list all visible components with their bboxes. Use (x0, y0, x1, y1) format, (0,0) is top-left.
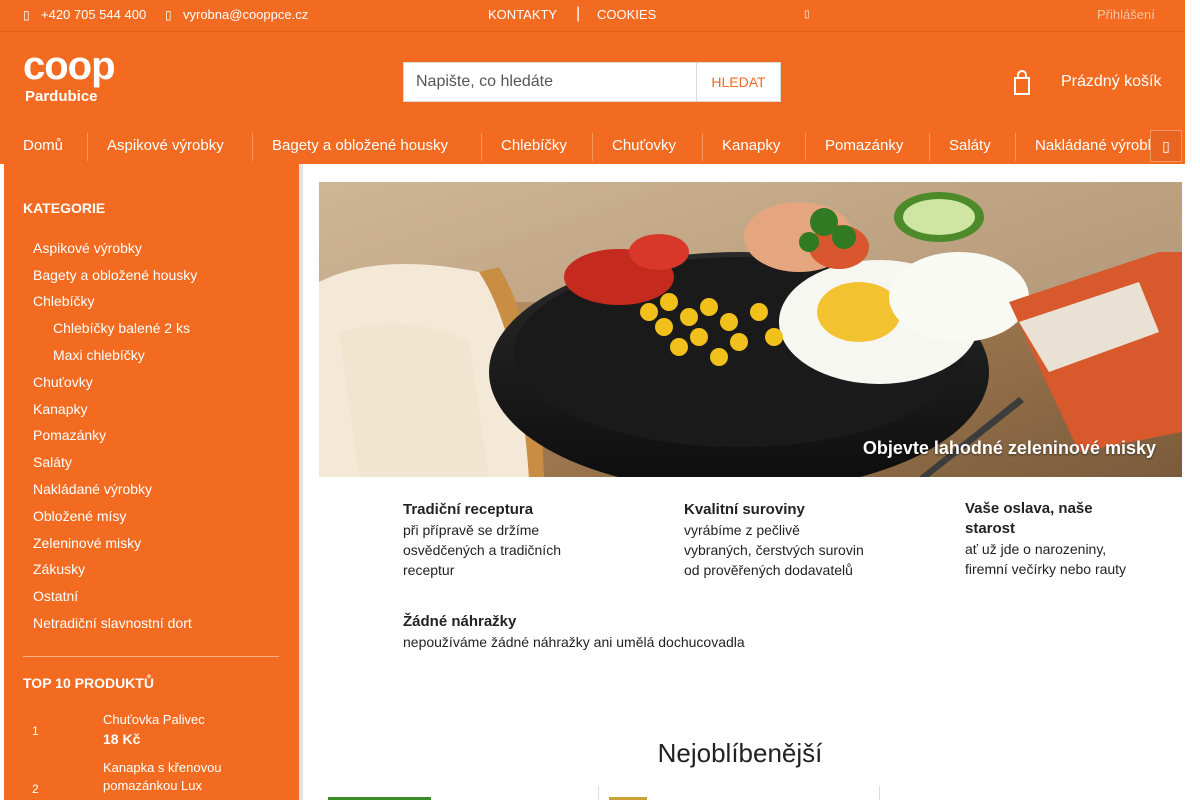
sidebar-item-netradicni-dort[interactable]: Netradiční slavnostní dort (33, 615, 192, 631)
nav-divider (481, 133, 482, 161)
nav-divider (805, 133, 806, 161)
sidebar-item-bagety[interactable]: Bagety a obložené housky (33, 267, 197, 283)
nav-divider (702, 133, 703, 161)
nav-item-home[interactable]: Domů (23, 137, 63, 154)
sidebar-subitem-chlebicky-balene[interactable]: Chlebíčky balené 2 ks (53, 320, 190, 336)
nav-divider (87, 133, 88, 161)
feature-title: Kvalitní suroviny (684, 501, 805, 518)
nav-item-pomazanky[interactable]: Pomazánky (825, 137, 903, 154)
categories-heading: KATEGORIE (23, 200, 106, 216)
sidebar-item-nakladane[interactable]: Nakládané výrobky (33, 481, 152, 497)
top-product-rank: 1 (32, 724, 39, 738)
feature-kvalitni-suroviny: Kvalitní suroviny vyrábíme z pečlivě vyb… (684, 500, 864, 580)
email-address: vyrobna@cooppce.cz (183, 7, 309, 22)
search-button[interactable]: HLEDAT (696, 62, 781, 102)
email-link[interactable]: ▯ vyrobna@cooppce.cz (165, 7, 308, 22)
feature-tradicni-receptura: Tradiční receptura při přípravě se držím… (403, 500, 583, 580)
header: coop Pardubice HLEDAT Prázdný košík (0, 32, 1185, 128)
nav-item-aspikove[interactable]: Aspikové výrobky (107, 137, 224, 154)
search-input[interactable] (403, 62, 697, 102)
content-edge (299, 164, 303, 800)
nav-divider (592, 133, 593, 161)
phone-link[interactable]: ▯ +420 705 544 400 (23, 7, 146, 22)
top-product-name[interactable]: Chuťovka Palivec (103, 711, 233, 729)
sidebar-item-zeleninove-misky[interactable]: Zeleninové misky (33, 535, 141, 551)
small-icon[interactable]: ▯ (804, 9, 810, 20)
logo-brand: coop (23, 44, 116, 88)
top-product-price: 18 Kč (103, 731, 141, 747)
sidebar: KATEGORIE Aspikové výrobky Bagety a oblo… (4, 164, 299, 800)
sidebar-subitem-maxi-chlebicky[interactable]: Maxi chlebíčky (53, 347, 145, 363)
phone-number: +420 705 544 400 (41, 7, 147, 22)
feature-text: ať už jde o narozeniny, firemní večírky … (965, 541, 1127, 577)
phone-icon: ▯ (23, 8, 30, 22)
feature-text: vyrábíme z pečlivě vybraných, čerstvých … (684, 522, 864, 578)
sidebar-item-ostatni[interactable]: Ostatní (33, 588, 78, 604)
sidebar-item-chlebicky[interactable]: Chlebíčky (33, 293, 94, 309)
feature-text: při přípravě se držíme osvědčených a tra… (403, 522, 561, 578)
nav-item-nakladane[interactable]: Nakládané výrobky (1035, 137, 1163, 154)
feature-title: Žádné náhražky (403, 613, 517, 630)
sidebar-divider (23, 656, 279, 657)
banner-image (319, 182, 1182, 477)
top-product-rank: 2 (32, 782, 39, 796)
sidebar-item-zakusky[interactable]: Zákusky (33, 561, 85, 577)
nav-divider (252, 133, 253, 161)
nav-item-salaty[interactable]: Saláty (949, 137, 991, 154)
sidebar-item-oblozene-misy[interactable]: Obložené mísy (33, 508, 126, 524)
banner-caption: Objevte lahodné zeleninové misky (862, 438, 1156, 458)
sidebar-item-chutovky[interactable]: Chuťovky (33, 374, 93, 390)
nav-item-chlebicky[interactable]: Chlebíčky (501, 137, 567, 154)
feature-text: nepoužíváme žádné náhražky ani umělá doc… (403, 634, 745, 650)
product-card-divider (879, 786, 880, 800)
feature-title: Tradiční receptura (403, 501, 534, 518)
chevron-right-icon: ▯ (1162, 137, 1170, 154)
hero-banner[interactable]: Objevte lahodné zeleninové misky (319, 182, 1182, 477)
logo-city: Pardubice (25, 88, 98, 105)
top-products-heading: TOP 10 PRODUKTŮ (23, 675, 154, 691)
product-card-divider (598, 786, 599, 800)
logo[interactable]: coop Pardubice (23, 44, 116, 110)
nav-more-button[interactable]: ▯ (1150, 130, 1182, 162)
feature-title: Vaše oslava, naše starost (965, 500, 1093, 537)
sidebar-item-pomazanky[interactable]: Pomazánky (33, 427, 106, 443)
top-bar: ▯ +420 705 544 400 ▯ vyrobna@cooppce.cz KO… (0, 0, 1185, 32)
nav-item-kanapky[interactable]: Kanapky (722, 137, 780, 154)
featured-section-title: Nejoblíbenější (657, 738, 823, 768)
sidebar-item-aspikove[interactable]: Aspikové výrobky (33, 240, 142, 256)
nav-divider (1015, 133, 1016, 161)
cookies-link[interactable]: COOKIES (597, 7, 656, 22)
cart-label[interactable]: Prázdný košík (1061, 73, 1161, 91)
top-product-name[interactable]: Kanapka s křenovou pomazánkou Lux (103, 759, 233, 795)
main-nav: Domů Aspikové výrobky Bagety a obložené … (0, 128, 1185, 164)
nav-item-bagety[interactable]: Bagety a obložené housky (272, 137, 448, 154)
sidebar-item-salaty[interactable]: Saláty (33, 454, 72, 470)
sidebar-item-kanapky[interactable]: Kanapky (33, 401, 87, 417)
cart-icon[interactable] (1013, 70, 1031, 96)
feature-zadne-nahrazky: Žádné náhražky nepoužíváme žádné náhražk… (403, 612, 823, 652)
kontakty-link[interactable]: KONTAKTY (488, 7, 557, 22)
nav-item-chutovky[interactable]: Chuťovky (612, 137, 676, 154)
nav-divider (929, 133, 930, 161)
login-link[interactable]: Přihlášení (1097, 7, 1155, 22)
feature-vase-oslava: Vaše oslava, naše starost ať už jde o na… (965, 499, 1130, 579)
envelope-icon: ▯ (165, 8, 172, 22)
topbar-separator: | (576, 5, 581, 22)
